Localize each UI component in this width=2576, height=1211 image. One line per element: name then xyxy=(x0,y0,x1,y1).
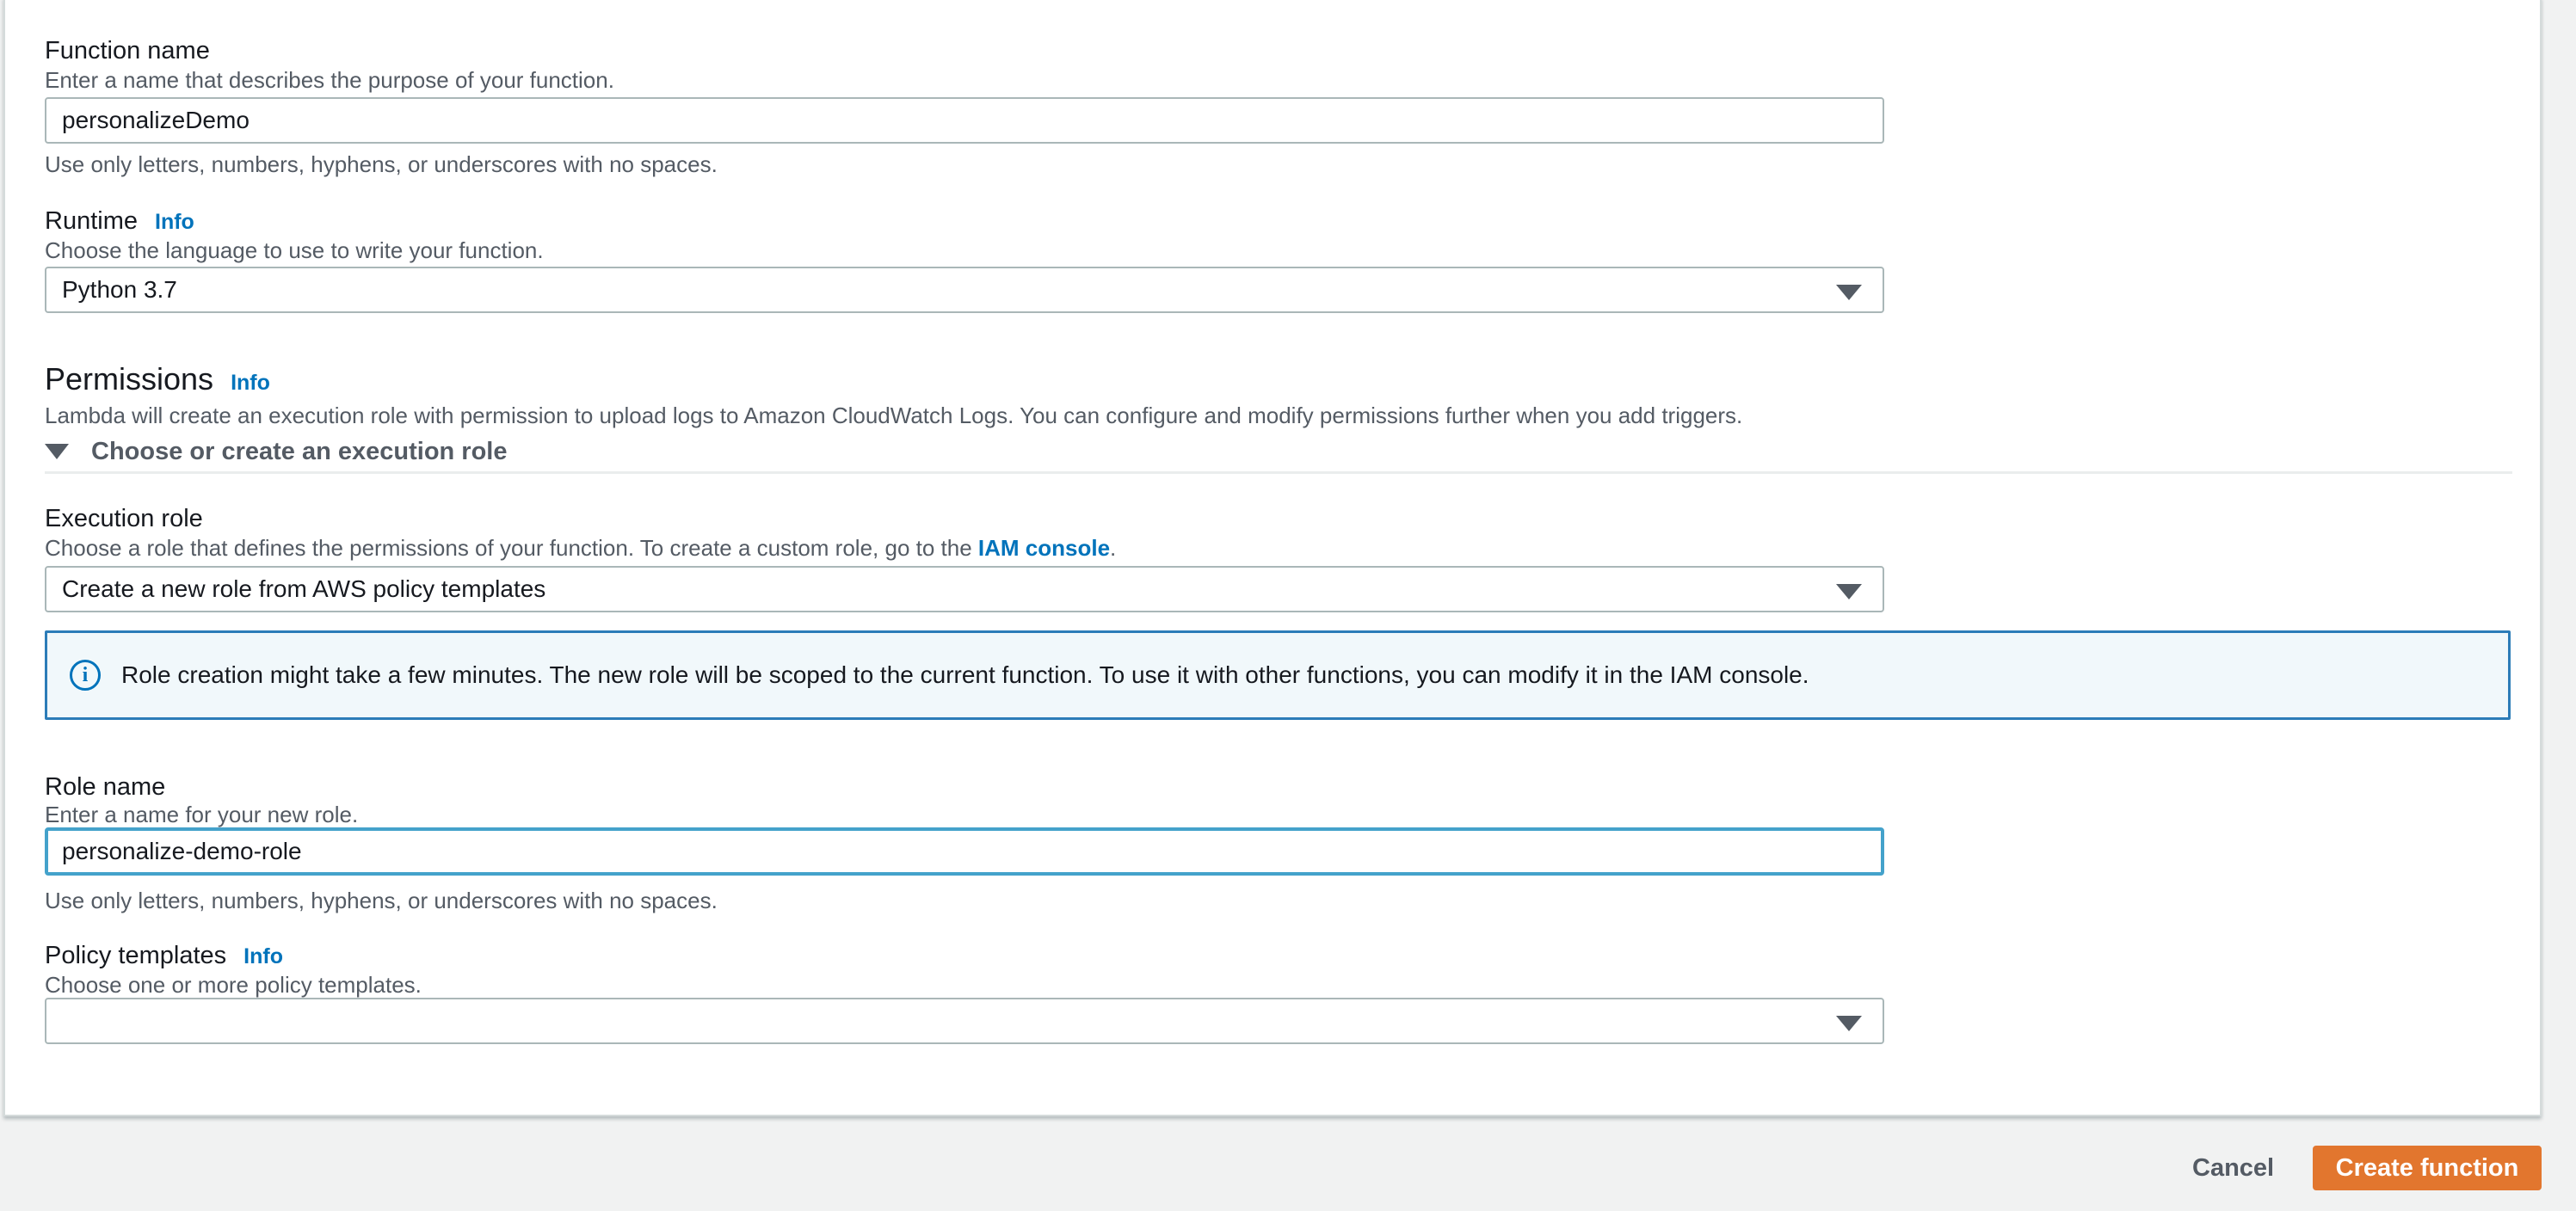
role-name-label: Role name xyxy=(45,773,166,801)
expander-divider xyxy=(45,471,2512,474)
function-name-description: Enter a name that describes the purpose … xyxy=(45,67,614,93)
runtime-select[interactable]: Python 3.7 xyxy=(45,267,1884,313)
role-creation-alert-text: Role creation might take a few minutes. … xyxy=(121,661,1809,688)
runtime-description: Choose the language to use to write your… xyxy=(45,237,544,263)
policy-templates-description: Choose one or more policy templates. xyxy=(45,972,422,998)
function-name-label: Function name xyxy=(45,37,210,65)
permissions-description: Lambda will create an execution role wit… xyxy=(45,403,1743,428)
role-creation-alert: i Role creation might take a few minutes… xyxy=(45,630,2511,720)
execution-role-selected-value: Create a new role from AWS policy templa… xyxy=(62,575,546,602)
caret-down-icon xyxy=(45,444,69,459)
permissions-info-link[interactable]: Info xyxy=(231,370,270,396)
chevron-down-icon xyxy=(1836,285,1862,300)
execution-role-select[interactable]: Create a new role from AWS policy templa… xyxy=(45,566,1884,612)
cancel-button[interactable]: Cancel xyxy=(2192,1153,2274,1183)
iam-console-link[interactable]: IAM console xyxy=(978,535,1110,561)
info-icon: i xyxy=(70,660,101,691)
policy-templates-info-link[interactable]: Info xyxy=(243,944,283,969)
policy-templates-label: Policy templates xyxy=(45,942,227,969)
policy-templates-select[interactable] xyxy=(45,998,1884,1044)
execution-role-description-suffix: . xyxy=(1110,535,1117,561)
execution-role-expander[interactable]: Choose or create an execution role xyxy=(45,437,507,466)
role-name-input[interactable] xyxy=(45,827,1884,876)
create-function-button[interactable]: Create function xyxy=(2313,1146,2542,1190)
role-name-description: Enter a name for your new role. xyxy=(45,802,359,827)
chevron-down-icon xyxy=(1836,584,1862,599)
execution-role-description: Choose a role that defines the permissio… xyxy=(45,535,1116,562)
chevron-down-icon xyxy=(1836,1016,1862,1031)
permissions-heading: Permissions xyxy=(45,361,214,396)
execution-role-expander-label: Choose or create an execution role xyxy=(91,438,508,465)
execution-role-label: Execution role xyxy=(45,505,203,532)
runtime-label: Runtime xyxy=(45,207,138,235)
function-name-helper: Use only letters, numbers, hyphens, or u… xyxy=(45,151,718,177)
role-name-helper: Use only letters, numbers, hyphens, or u… xyxy=(45,888,718,913)
execution-role-description-prefix: Choose a role that defines the permissio… xyxy=(45,535,978,561)
runtime-selected-value: Python 3.7 xyxy=(62,276,177,303)
runtime-info-link[interactable]: Info xyxy=(155,209,194,235)
function-name-input[interactable] xyxy=(45,97,1884,144)
